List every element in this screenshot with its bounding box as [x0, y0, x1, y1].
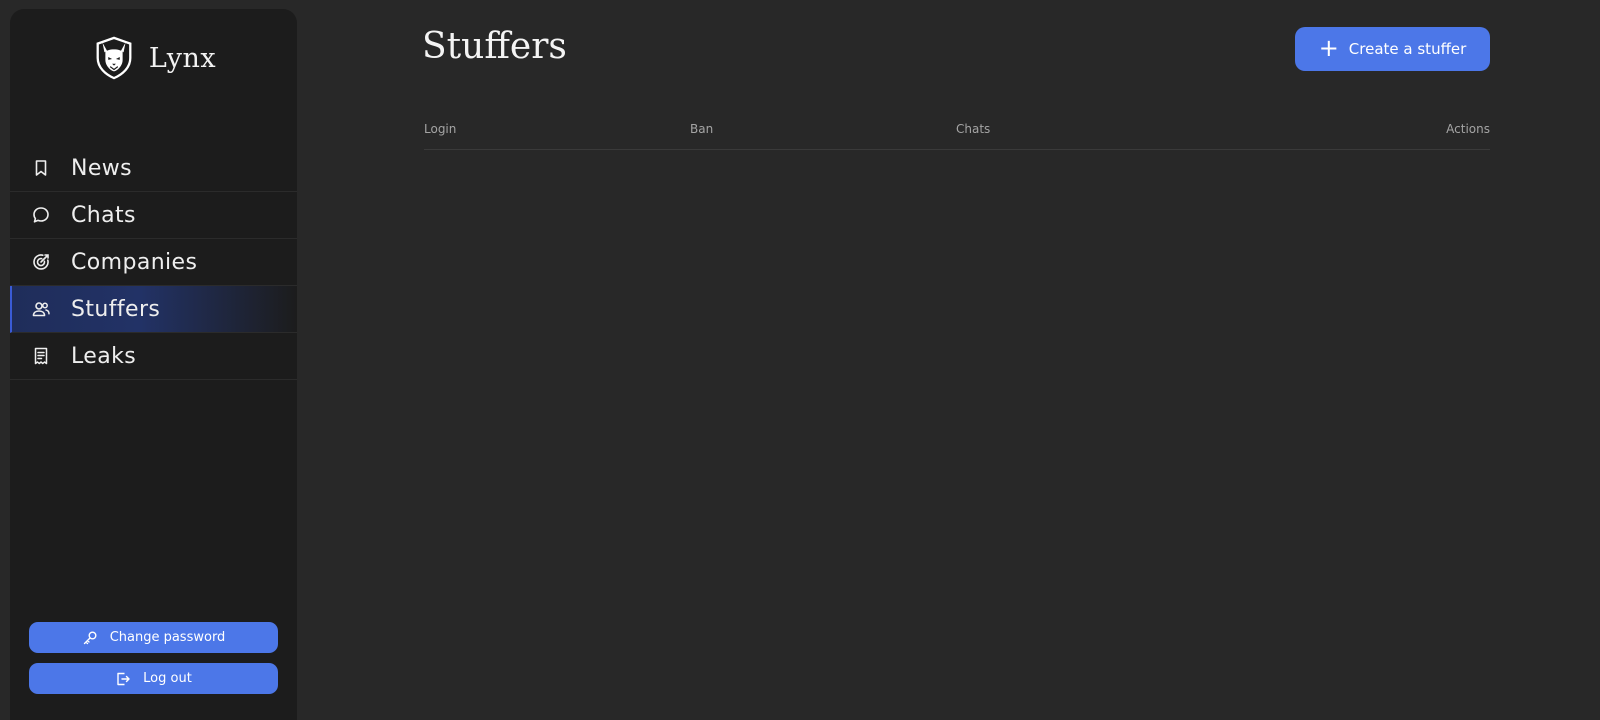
page-title: Stuffers	[422, 26, 567, 67]
sidebar-item-label: Leaks	[71, 343, 137, 369]
sidebar-item-companies[interactable]: Companies	[10, 239, 297, 286]
logout-label: Log out	[143, 671, 192, 686]
sidebar-item-stuffers[interactable]: Stuffers	[10, 286, 297, 333]
sidebar-item-label: Stuffers	[71, 296, 161, 322]
stuffers-table: Login Ban Chats Actions	[424, 122, 1490, 150]
column-header-chats[interactable]: Chats	[956, 122, 1222, 149]
sidebar-item-chats[interactable]: Chats	[10, 192, 297, 239]
column-header-login[interactable]: Login	[424, 122, 690, 149]
sidebar-item-leaks[interactable]: Leaks	[10, 333, 297, 380]
sidebar-actions: Change password Log out	[29, 622, 278, 694]
target-icon	[31, 252, 51, 272]
sidebar: Lynx News Chats Companies Stuffers Leaks…	[10, 9, 297, 720]
sidebar-nav: News Chats Companies Stuffers Leaks	[10, 145, 297, 380]
logout-icon	[117, 672, 130, 685]
sidebar-item-label: Chats	[71, 202, 136, 228]
sidebar-item-label: News	[71, 155, 133, 181]
brand-name: Lynx	[148, 42, 217, 74]
column-header-actions: Actions	[1446, 122, 1490, 136]
lynx-logo-icon	[96, 36, 132, 80]
create-stuffer-button[interactable]: + Create a stuffer	[1295, 27, 1490, 71]
column-header-ban[interactable]: Ban	[690, 122, 956, 149]
key-icon	[83, 631, 97, 644]
change-password-label: Change password	[109, 630, 226, 645]
logout-button[interactable]: Log out	[29, 663, 278, 694]
change-password-button[interactable]: Change password	[29, 622, 278, 653]
brand[interactable]: Lynx	[10, 35, 297, 81]
sidebar-item-label: Companies	[71, 249, 198, 275]
sidebar-item-news[interactable]: News	[10, 145, 297, 192]
receipt-icon	[31, 346, 51, 366]
users-icon	[31, 299, 51, 319]
plus-icon: +	[1318, 33, 1339, 62]
table-header: Login Ban Chats Actions	[424, 122, 1490, 150]
chat-bubble-icon	[31, 205, 51, 225]
create-stuffer-label: Create a stuffer	[1348, 40, 1467, 58]
bookmark-icon	[31, 158, 51, 178]
